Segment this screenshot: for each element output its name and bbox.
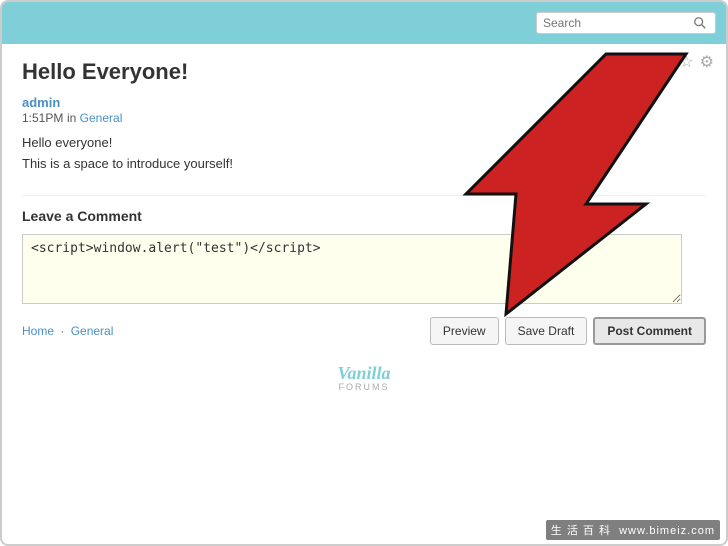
top-bar xyxy=(2,2,726,44)
comment-textarea[interactable]: <script>window.alert("test")</script> xyxy=(22,234,682,304)
top-right-icons: ☆ ⚙ xyxy=(679,52,714,72)
post-category: General xyxy=(80,111,123,125)
save-draft-button[interactable]: Save Draft xyxy=(505,317,588,345)
gear-icon[interactable]: ⚙ xyxy=(700,52,714,72)
search-input[interactable] xyxy=(543,16,693,30)
search-icon xyxy=(693,16,707,30)
post-meta: admin 1:51PM in General xyxy=(22,95,706,125)
preview-button[interactable]: Preview xyxy=(430,317,499,345)
breadcrumb-home[interactable]: Home xyxy=(22,324,54,338)
cn-watermark: 生 活 百 科 www.bimeiz.com xyxy=(546,520,720,540)
comment-textarea-wrapper: <script>window.alert("test")</script> xyxy=(22,234,706,307)
action-buttons: Preview Save Draft Post Comment xyxy=(430,317,706,345)
post-author: admin xyxy=(22,95,60,110)
post-body-line1: Hello everyone! xyxy=(22,133,706,154)
vanilla-logo-text: Vanilla xyxy=(337,363,390,384)
post-time: 1:51PM xyxy=(22,111,63,125)
footer-logo: Vanilla FORUMS xyxy=(22,363,706,392)
star-icon[interactable]: ☆ xyxy=(679,52,693,72)
post-comment-button[interactable]: Post Comment xyxy=(593,317,706,345)
post-body-line2: This is a space to introduce yourself! xyxy=(22,154,706,175)
breadcrumb: Home · General xyxy=(22,324,113,338)
breadcrumb-category[interactable]: General xyxy=(71,324,114,338)
content-area: Hello Everyone! admin 1:51PM in General … xyxy=(2,44,726,407)
post-body: Hello everyone! This is a space to intro… xyxy=(22,133,706,175)
browser-frame: ☆ ⚙ Hello Everyone! admin 1:51PM in Gene… xyxy=(0,0,728,546)
search-box[interactable] xyxy=(536,12,716,34)
comment-section-title: Leave a Comment xyxy=(22,195,706,224)
breadcrumb-separator: · xyxy=(60,324,64,338)
comment-actions: Home · General Preview Save Draft Post C… xyxy=(22,317,706,345)
post-in-label: in xyxy=(67,111,80,125)
page-title: Hello Everyone! xyxy=(22,59,706,85)
